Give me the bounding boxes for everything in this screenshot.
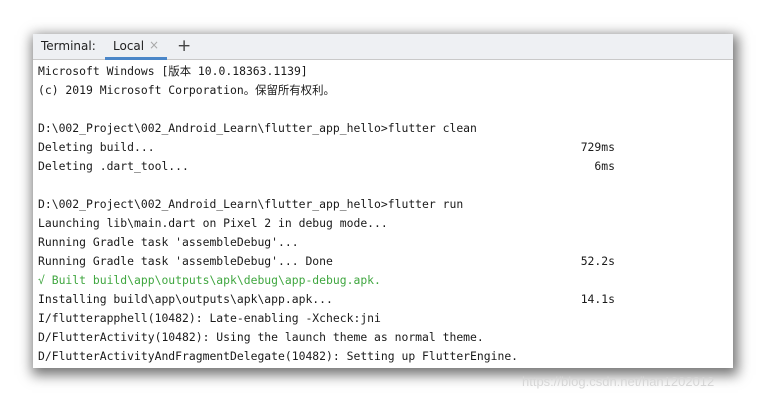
console-line: D/FlutterActivity(10482): Using the laun… — [38, 330, 484, 344]
console-line: D:\002_Project\002_Android_Learn\flutter… — [38, 197, 464, 211]
console-line: Installing build\app\outputs\apk\app.apk… — [38, 292, 333, 306]
console-line-success: √ Built build\app\outputs\apk\debug\app-… — [38, 273, 381, 287]
console-line: D/FlutterActivityAndFragmentDelegate(104… — [38, 349, 519, 363]
console-line: Microsoft Windows [版本 10.0.18363.1139] — [38, 64, 308, 78]
console-line: I/flutterapphell(10482): Late-enabling -… — [38, 311, 381, 325]
terminal-tab-bar: Terminal: Local × + — [33, 34, 733, 60]
console-time: 52.2s — [580, 254, 615, 268]
add-tab-icon[interactable]: + — [177, 36, 191, 56]
watermark: https://blog.csdn.net/han1202012 — [522, 374, 715, 389]
console-line: Running Gradle task 'assembleDebug'... — [38, 235, 299, 249]
console-line: Deleting build... — [38, 140, 155, 154]
terminal-title: Terminal: — [41, 39, 96, 53]
active-tab-indicator — [105, 57, 167, 60]
close-icon[interactable]: × — [149, 38, 159, 52]
terminal-panel: Terminal: Local × + Microsoft Windows [版… — [33, 34, 733, 368]
terminal-output[interactable]: Microsoft Windows [版本 10.0.18363.1139] (… — [33, 61, 733, 368]
console-line: Launching lib\main.dart on Pixel 2 in de… — [38, 216, 388, 230]
console-line: Running Gradle task 'assembleDebug'... D… — [38, 254, 333, 268]
console-time: 14.1s — [580, 292, 615, 306]
console-time: 729ms — [580, 140, 615, 154]
console-time: 6ms — [594, 159, 615, 173]
tab-local-label: Local — [113, 39, 145, 53]
console-line: D:\002_Project\002_Android_Learn\flutter… — [38, 121, 477, 135]
tab-local[interactable]: Local × — [103, 34, 167, 60]
console-line: (c) 2019 Microsoft Corporation。保留所有权利。 — [38, 83, 335, 97]
console-line: Deleting .dart_tool... — [38, 159, 189, 173]
